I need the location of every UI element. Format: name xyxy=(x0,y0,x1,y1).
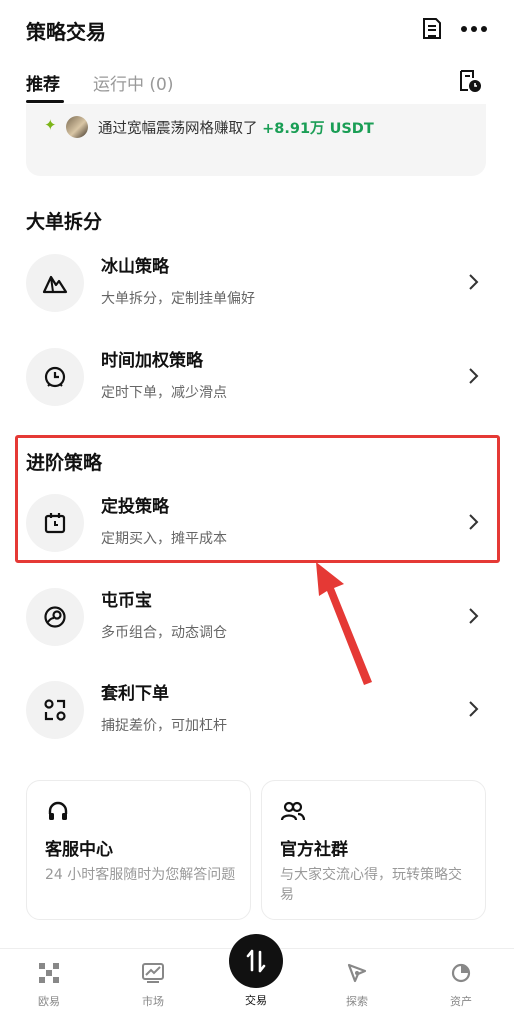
active-tab-indicator xyxy=(26,100,64,103)
community-card[interactable]: 官方社群 与大家交流心得，玩转策略交易 xyxy=(261,780,486,920)
page-title: 策略交易 xyxy=(26,20,106,44)
clock-icon xyxy=(26,348,84,406)
coin-portfolio-icon xyxy=(26,588,84,646)
nav-item-market[interactable]: 市场 xyxy=(118,961,188,1017)
avatar xyxy=(66,116,88,138)
explore-compass-icon xyxy=(345,961,369,985)
more-icon[interactable] xyxy=(459,14,489,44)
nav-item-trade[interactable] xyxy=(229,934,283,988)
chevron-right-icon xyxy=(469,514,479,530)
assets-pie-icon xyxy=(449,961,473,985)
chevron-right-icon xyxy=(469,274,479,290)
list-item-iceberg[interactable]: 冰山策略 大单拆分，定制挂单偏好 xyxy=(18,244,498,328)
list-item-coin-portfolio[interactable]: 屯币宝 多币组合，动态调仓 xyxy=(18,578,498,662)
item-subtitle: 定期买入，摊平成本 xyxy=(101,531,227,547)
list-item-twap[interactable]: 时间加权策略 定时下单，减少滑点 xyxy=(18,338,498,422)
community-icon xyxy=(280,801,306,821)
item-title: 屯币宝 xyxy=(101,591,152,611)
chevron-right-icon xyxy=(469,701,479,717)
nav-label: 资产 xyxy=(450,995,472,1008)
trade-icon xyxy=(246,949,266,973)
nav-item-assets[interactable]: 资产 xyxy=(426,961,496,1017)
sparkle-icon: ✦ xyxy=(44,116,57,134)
card-subtitle: 24 小时客服随时为您解答问题 xyxy=(45,867,236,883)
order-history-icon[interactable] xyxy=(456,66,484,96)
calendar-icon xyxy=(26,494,84,552)
item-subtitle: 捕捉差价，可加杠杆 xyxy=(101,718,227,734)
nav-item-explore[interactable]: 探索 xyxy=(322,961,392,1017)
item-title: 套利下单 xyxy=(101,684,169,704)
nav-label: 欧易 xyxy=(38,995,60,1008)
section-title-large-order: 大单拆分 xyxy=(26,211,103,233)
chevron-right-icon xyxy=(469,368,479,384)
app-header: 策略交易 xyxy=(0,0,514,60)
item-subtitle: 定时下单，减少滑点 xyxy=(101,385,227,401)
iceberg-icon xyxy=(26,254,84,312)
section-title-advanced: 进阶策略 xyxy=(26,452,103,474)
card-title: 客服中心 xyxy=(45,840,113,860)
promo-description: 通过宽幅震荡网格赚取了 xyxy=(98,121,258,137)
item-title: 时间加权策略 xyxy=(101,351,203,371)
card-title: 官方社群 xyxy=(280,840,348,860)
list-item-dca[interactable]: 定投策略 定期买入，摊平成本 xyxy=(18,484,498,568)
market-chart-icon xyxy=(141,961,165,985)
nav-label: 探索 xyxy=(346,995,368,1008)
document-icon[interactable] xyxy=(418,14,446,44)
strategy-tabs: 推荐 运行中 (0) xyxy=(0,60,514,104)
tab-running[interactable]: 运行中 (0) xyxy=(93,70,173,95)
headset-icon xyxy=(48,801,68,820)
nav-item-okx[interactable]: 欧易 xyxy=(14,961,84,1017)
chevron-right-icon xyxy=(469,608,479,624)
item-subtitle: 多币组合，动态调仓 xyxy=(101,625,227,641)
nav-label-trade: 交易 xyxy=(245,994,267,1007)
arbitrage-icon xyxy=(26,681,84,739)
promo-text: 通过宽幅震荡网格赚取了 +8.91万 USDT xyxy=(98,117,374,138)
nav-label: 市场 xyxy=(142,995,164,1008)
item-title: 冰山策略 xyxy=(101,257,169,277)
promo-amount: +8.91万 USDT xyxy=(262,121,374,137)
card-subtitle: 与大家交流心得，玩转策略交易 xyxy=(280,867,462,903)
list-item-arbitrage[interactable]: 套利下单 捕捉差价，可加杠杆 xyxy=(18,671,498,755)
tab-recommended[interactable]: 推荐 xyxy=(26,70,60,95)
item-subtitle: 大单拆分，定制挂单偏好 xyxy=(101,291,255,307)
customer-service-card[interactable]: 客服中心 24 小时客服随时为您解答问题 xyxy=(26,780,251,920)
okx-logo-icon xyxy=(37,961,61,985)
item-title: 定投策略 xyxy=(101,497,169,517)
promo-banner[interactable]: ✦ 通过宽幅震荡网格赚取了 +8.91万 USDT xyxy=(26,104,486,176)
